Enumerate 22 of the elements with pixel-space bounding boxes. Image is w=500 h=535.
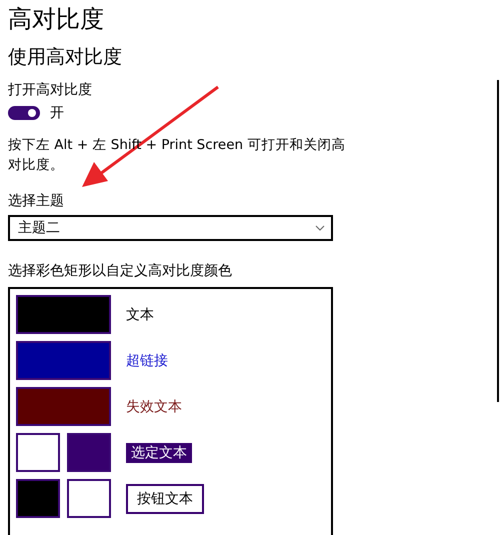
- selected-text-sample: 选定文本: [126, 442, 192, 462]
- page-title: 高对比度: [8, 4, 105, 35]
- color-swatch[interactable]: [16, 479, 60, 518]
- color-label: 超链接: [126, 352, 168, 370]
- button-text-sample: 按钮文本: [126, 484, 204, 514]
- toggle-label: 打开高对比度: [8, 81, 93, 100]
- color-swatch[interactable]: [16, 295, 111, 334]
- toggle-state: 开: [50, 104, 64, 123]
- color-label: 失效文本: [126, 398, 182, 416]
- colors-label: 选择彩色矩形以自定义高对比度颜色: [8, 262, 233, 281]
- color-swatch[interactable]: [16, 341, 111, 380]
- theme-dropdown[interactable]: 主题二: [8, 215, 333, 241]
- section-title: 使用高对比度: [8, 45, 123, 70]
- chevron-icon: [315, 225, 325, 231]
- color-swatch[interactable]: [16, 387, 111, 426]
- color-swatch[interactable]: [67, 479, 111, 518]
- color-swatch[interactable]: [67, 433, 111, 472]
- theme-label: 选择主题: [8, 192, 65, 211]
- color-swatch[interactable]: [16, 433, 60, 472]
- scrollbar[interactable]: [497, 80, 499, 402]
- toggle-switch[interactable]: [8, 106, 40, 120]
- color-label: 文本: [126, 306, 154, 324]
